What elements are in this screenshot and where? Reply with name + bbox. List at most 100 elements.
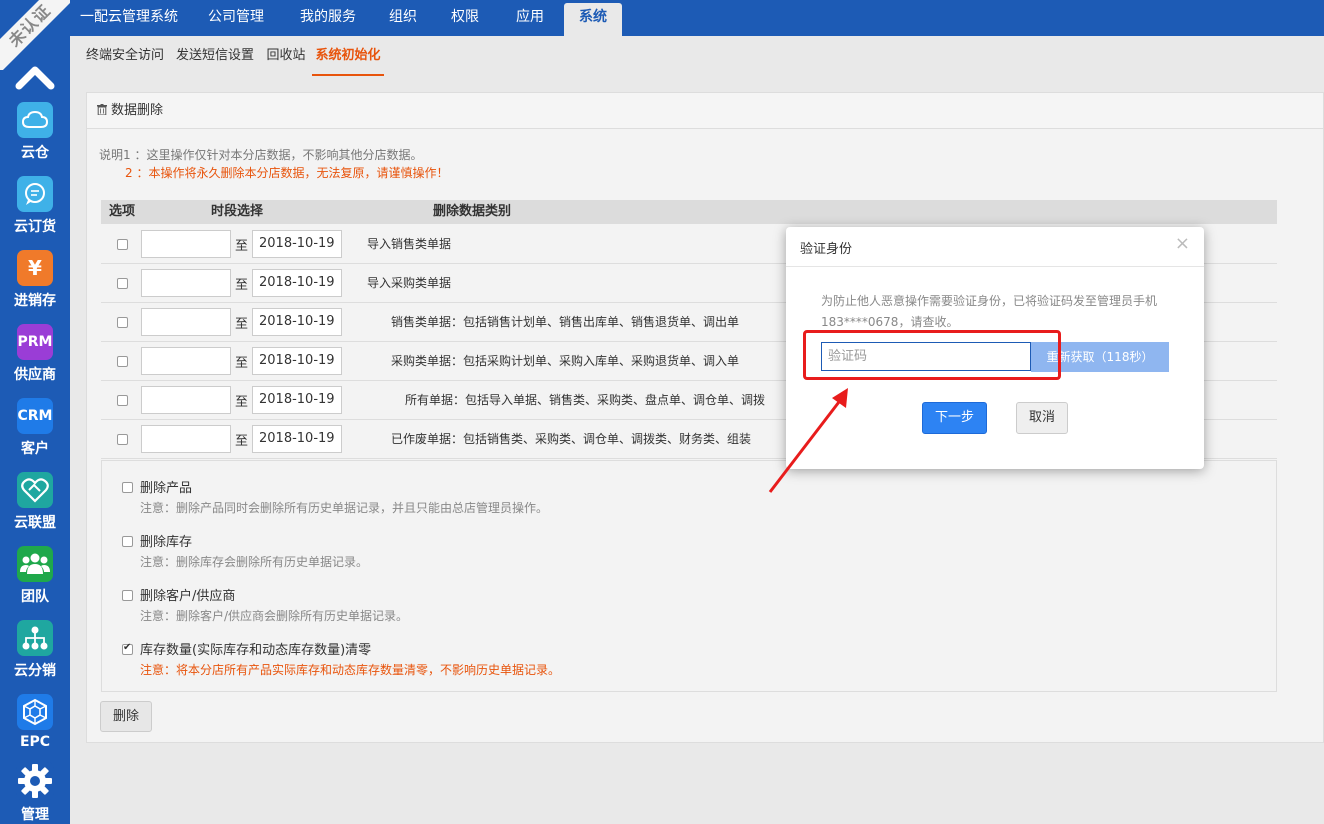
category-text: 导入采购类单据 <box>367 274 451 291</box>
sidebar-item-label: 管理 <box>21 807 49 823</box>
option-checkbox[interactable] <box>122 536 133 547</box>
sidebar-item-label: 团队 <box>21 589 49 605</box>
category-text: 销售类单据：包括销售计划单、销售出库单、销售退货单、调出单 <box>391 313 739 330</box>
col-option: 选项 <box>109 204 136 219</box>
sidebar: 未认证 云仓 云订货 ¥ 进销存 PRM 供应商 CRM 客户云联盟团队云分销 EPC 管理 <box>0 0 70 824</box>
topnav-item-permissions[interactable]: 权限 <box>440 0 490 36</box>
annotation-arrow <box>768 388 848 493</box>
delete-options: 删除产品注意：删除产品同时会删除所有历史单据记录，并且只能由总店管理员操作。 删除… <box>101 460 1277 692</box>
date-to-input[interactable]: 2018-10-19 <box>252 386 342 414</box>
yen-icon: ¥ <box>17 250 53 286</box>
close-icon[interactable]: × <box>1175 233 1190 254</box>
option-checkbox[interactable] <box>122 642 133 655</box>
top-nav: 一配云管理系统 公司管理 我的服务 组织 权限 应用 系统 <box>70 0 1324 36</box>
topnav-item-company[interactable]: 公司管理 <box>196 0 276 36</box>
subnav-item-sms-settings[interactable]: 发送短信设置 <box>174 36 256 76</box>
option-note: 注意：删除产品同时会删除所有历史单据记录，并且只能由总店管理员操作。 <box>140 501 549 515</box>
cancel-button[interactable]: 取消 <box>1016 402 1068 434</box>
to-label: 至 <box>235 239 249 254</box>
sidebar-item-9[interactable]: 管理 <box>0 762 70 824</box>
option-title: 删除库存 <box>140 535 193 550</box>
subnav-item-system-init[interactable]: 系统初始化 <box>312 36 384 76</box>
date-to-input[interactable]: 2018-10-19 <box>252 425 342 453</box>
dialog-title: 验证身份 <box>800 242 853 257</box>
sidebar-item-label: EPC <box>19 734 51 750</box>
category-text: 采购类单据：包括采购计划单、采购入库单、采购退货单、调入单 <box>391 352 739 369</box>
note-1: 说明1 ：这里操作仅针对本分店数据，不影响其他分店数据。 <box>99 148 423 162</box>
category-name: 导入销售类单据 <box>367 237 452 251</box>
sub-nav: 终端安全访问 发送短信设置 回收站 系统初始化 <box>70 36 1324 76</box>
date-from-input[interactable] <box>141 308 231 336</box>
to-label: 至 <box>235 434 249 449</box>
category-name: 已作废单据 <box>391 432 452 446</box>
row-checkbox[interactable] <box>117 317 128 328</box>
option-checkbox[interactable] <box>122 590 133 601</box>
topnav-item-apps[interactable]: 应用 <box>505 0 555 36</box>
sidebar-item-1[interactable]: 云订货 <box>0 176 70 250</box>
category-text: 所有单据：包括导入单据、销售类、采购类、盘点单、调仓单、调拨 <box>405 391 765 408</box>
team-icon <box>17 546 53 582</box>
date-from-input[interactable] <box>141 425 231 453</box>
topnav-item-services[interactable]: 我的服务 <box>288 0 368 36</box>
option-note: 注意：删除库存会删除所有历史单据记录。 <box>140 555 369 569</box>
sidebar-item-label: 云联盟 <box>14 515 56 531</box>
subnav-item-secure-access[interactable]: 终端安全访问 <box>84 36 166 76</box>
date-from-input[interactable] <box>141 230 231 258</box>
date-from-input[interactable] <box>141 386 231 414</box>
to-label: 至 <box>235 317 249 332</box>
subnav-item-recycle-bin[interactable]: 回收站 <box>264 36 308 76</box>
category-desc: ：包括导入单据、销售类、采购类、盘点单、调仓单、调拨 <box>453 393 766 407</box>
sidebar-item-7[interactable]: 云分销 <box>0 620 70 694</box>
collapse-button[interactable] <box>15 62 55 90</box>
option-checkbox[interactable] <box>122 482 133 493</box>
panel-header: 数据删除 <box>87 93 1323 129</box>
topnav-item-org[interactable]: 组织 <box>378 0 428 36</box>
delete-button[interactable]: 删除 <box>100 701 152 732</box>
dialog-divider <box>786 266 1204 267</box>
note-2-warning: 2 ：本操作将永久删除本分店数据，无法复原，请谨慎操作！ <box>125 166 449 180</box>
topnav-item-system[interactable]: 系统 <box>564 3 622 36</box>
chat-icon <box>17 176 53 212</box>
date-to-input[interactable]: 2018-10-19 <box>252 230 342 258</box>
date-from-input[interactable] <box>141 347 231 375</box>
category-desc: ：包括销售计划单、销售出库单、销售退货单、调出单 <box>451 315 740 329</box>
category-text: 已作废单据：包括销售类、采购类、调仓单、调拨类、财务类、组装 <box>391 430 751 447</box>
panel-title: 数据删除 <box>111 103 164 118</box>
sidebar-item-label: 客户 <box>21 441 49 457</box>
sidebar-item-2[interactable]: ¥ 进销存 <box>0 250 70 324</box>
category-desc: ：包括采购计划单、采购入库单、采购退货单、调入单 <box>451 354 740 368</box>
option-title: 删除产品 <box>140 481 193 496</box>
row-checkbox[interactable] <box>117 395 128 406</box>
category-name: 所有单据 <box>405 393 454 407</box>
dialog-message: 为防止他人恶意操作需要验证身份，已将验证码发至管理员手机183****0678，… <box>821 294 1158 329</box>
sidebar-item-5[interactable]: 云联盟 <box>0 472 70 546</box>
topnav-item-brand[interactable]: 一配云管理系统 <box>70 0 188 36</box>
to-label: 至 <box>235 278 249 293</box>
row-checkbox[interactable] <box>117 434 128 445</box>
option-note: 注意：将本分店所有产品实际库存和动态库存数量清零，不影响历史单据记录。 <box>140 663 561 677</box>
date-to-input[interactable]: 2018-10-19 <box>252 347 342 375</box>
next-step-button[interactable]: 下一步 <box>922 402 987 434</box>
highlight-box <box>803 330 1061 380</box>
prm-icon: PRM <box>17 324 53 360</box>
date-from-input[interactable] <box>141 269 231 297</box>
row-checkbox[interactable] <box>117 356 128 367</box>
category-text: 导入销售类单据 <box>367 235 451 252</box>
sidebar-item-8[interactable]: EPC <box>0 694 70 768</box>
to-label: 至 <box>235 356 249 371</box>
col-period: 时段选择 <box>211 204 264 219</box>
sidebar-item-3[interactable]: PRM 供应商 <box>0 324 70 398</box>
cloud-icon <box>17 102 53 138</box>
row-checkbox[interactable] <box>117 239 128 250</box>
sidebar-item-0[interactable]: 云仓 <box>0 102 70 176</box>
unverified-badge: 未认证 <box>0 0 70 70</box>
date-to-input[interactable]: 2018-10-19 <box>252 269 342 297</box>
category-desc: ：包括销售类、采购类、调仓单、调拨类、财务类、组装 <box>451 432 752 446</box>
sidebar-item-6[interactable]: 团队 <box>0 546 70 620</box>
category-name: 采购类单据 <box>391 354 452 368</box>
date-to-input[interactable]: 2018-10-19 <box>252 308 342 336</box>
trash-icon <box>97 104 107 115</box>
row-checkbox[interactable] <box>117 278 128 289</box>
sidebar-item-4[interactable]: CRM 客户 <box>0 398 70 472</box>
to-label: 至 <box>235 395 249 410</box>
